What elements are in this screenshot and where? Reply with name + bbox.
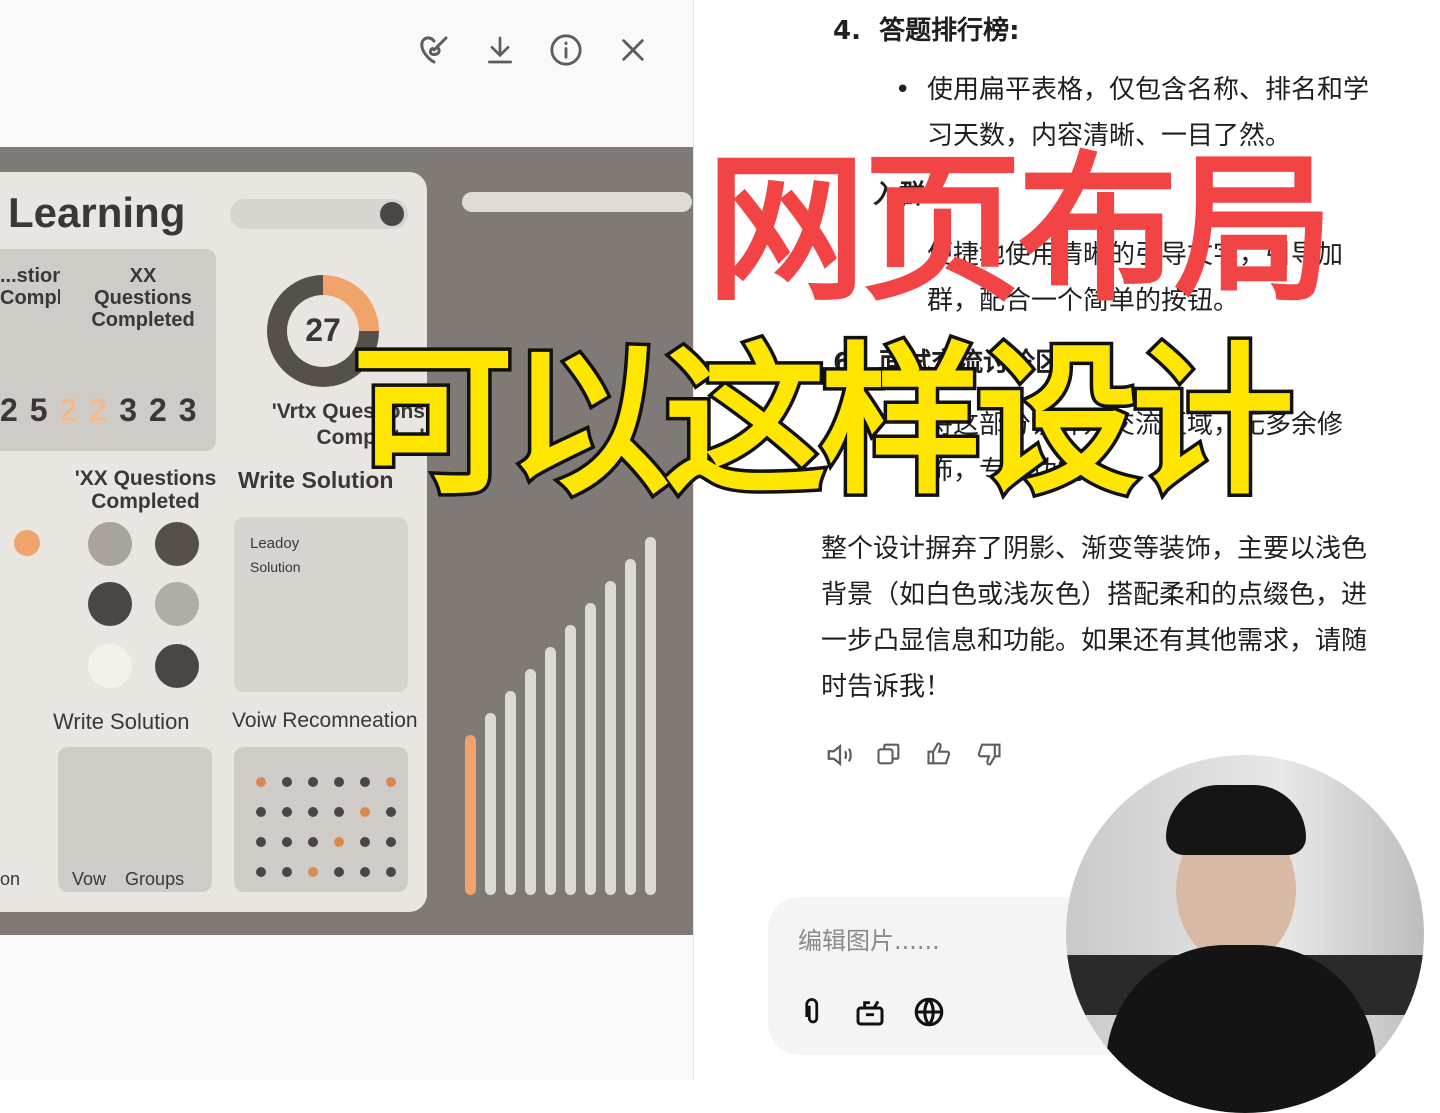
section-title: 答题排行榜 bbox=[879, 16, 1010, 46]
decorative-dot bbox=[256, 867, 266, 877]
paperclip-icon[interactable] bbox=[798, 995, 828, 1029]
read-aloud-button[interactable] bbox=[825, 740, 855, 770]
globe-icon[interactable] bbox=[912, 995, 946, 1029]
decorative-bar bbox=[565, 625, 576, 895]
thumbs-up-icon bbox=[927, 742, 951, 765]
decorative-dot bbox=[360, 807, 370, 817]
questions-label: 'XX Questions Completed bbox=[74, 467, 217, 513]
stat-label: ...stions Completed bbox=[0, 265, 60, 309]
toolbox-icon[interactable] bbox=[854, 995, 886, 1029]
decorative-dot bbox=[360, 867, 370, 877]
download-icon bbox=[488, 36, 512, 64]
edit-image-button[interactable] bbox=[414, 30, 454, 70]
decorative-dot bbox=[334, 837, 344, 847]
mockup-dot bbox=[380, 202, 404, 226]
decorative-bar bbox=[545, 647, 556, 895]
stat-number: 25 bbox=[0, 392, 60, 428]
decorative-dot bbox=[308, 867, 318, 877]
decorative-bar bbox=[625, 559, 636, 895]
decorative-dot bbox=[334, 777, 344, 787]
good-response-button[interactable] bbox=[925, 740, 955, 770]
decorative-dot bbox=[308, 837, 318, 847]
decorative-bar bbox=[645, 537, 656, 895]
stat-number: 23 bbox=[148, 392, 209, 428]
decorative-dot bbox=[256, 777, 266, 787]
decorative-bar bbox=[585, 603, 596, 895]
stat-number: 22 bbox=[59, 392, 120, 428]
decorative-dot bbox=[360, 777, 370, 787]
panel-label: Vow bbox=[72, 869, 107, 889]
decorative-dot bbox=[308, 777, 318, 787]
copy-button[interactable] bbox=[875, 740, 905, 770]
download-button[interactable] bbox=[480, 30, 520, 70]
decorative-dot bbox=[282, 867, 292, 877]
image-viewer: Learning ...stions Completed XX Question… bbox=[0, 0, 694, 1080]
speaker-icon bbox=[827, 743, 852, 767]
info-button[interactable] bbox=[546, 30, 586, 70]
bad-response-button[interactable] bbox=[975, 740, 1005, 770]
decorative-dot bbox=[386, 867, 396, 877]
decorative-bar bbox=[505, 691, 516, 895]
decorative-dot bbox=[282, 837, 292, 847]
ring-value: 27 bbox=[305, 312, 341, 348]
decorative-bar bbox=[465, 735, 476, 895]
write-solution-label: Write Solution bbox=[53, 709, 190, 734]
decorative-dot bbox=[386, 807, 396, 817]
summary-text: 整个设计摒弃了阴影、渐变等装饰，主要以浅色背景（如白色或浅灰色）搭配柔和的点缀色… bbox=[821, 534, 1368, 702]
stat-number: 3 bbox=[119, 392, 149, 428]
panel-label: Leadoy bbox=[250, 535, 300, 552]
decorative-dot bbox=[334, 867, 344, 877]
decorative-dot bbox=[282, 777, 292, 787]
overlay-title-line2: 可以这样设计 bbox=[349, 329, 1298, 517]
webcam-overlay bbox=[1066, 755, 1424, 1113]
decorative-dot bbox=[256, 837, 266, 847]
decorative-dot bbox=[282, 807, 292, 817]
thumbs-down-icon bbox=[977, 743, 1001, 766]
slider-track bbox=[462, 192, 692, 212]
edit-brush-icon bbox=[420, 36, 448, 64]
decorative-dot bbox=[386, 777, 396, 787]
decorative-dot bbox=[360, 837, 370, 847]
info-icon bbox=[550, 34, 582, 66]
decorative-dot bbox=[334, 807, 344, 817]
decorative-dot bbox=[386, 837, 396, 847]
mockup-title: Learning bbox=[8, 189, 186, 236]
panel-label: Groups bbox=[125, 869, 185, 889]
close-icon bbox=[622, 39, 644, 61]
stat-label: XX Questions Completed bbox=[91, 265, 195, 331]
decorative-bar bbox=[525, 669, 536, 895]
panel-label: Solution bbox=[250, 559, 301, 575]
close-button[interactable] bbox=[613, 30, 653, 70]
copy-icon bbox=[877, 743, 900, 765]
composer-input[interactable]: 编辑图片...... bbox=[798, 921, 940, 956]
panel-label: on bbox=[0, 869, 21, 889]
decorative-dot bbox=[308, 807, 318, 817]
recommendation-label: Voiw Recomneation bbox=[232, 709, 418, 732]
decorative-bar bbox=[485, 713, 496, 895]
overlay-title-line1: 网页布局 bbox=[706, 136, 1334, 323]
decorative-dot bbox=[256, 807, 266, 817]
generated-image: Learning ...stions Completed XX Question… bbox=[0, 147, 693, 935]
list-number: 4. bbox=[833, 16, 861, 46]
decorative-bar bbox=[605, 581, 616, 895]
